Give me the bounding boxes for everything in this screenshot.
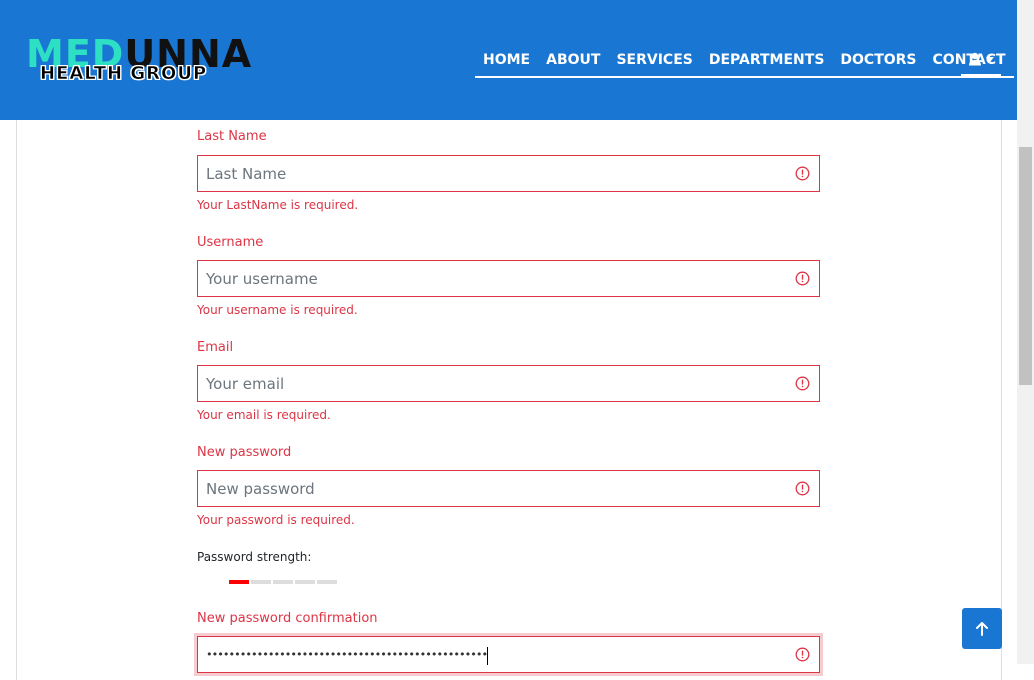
last-name-label: Last Name [197, 129, 267, 144]
strength-segment [273, 580, 293, 584]
email-field[interactable] [197, 365, 820, 402]
username-label: Username [197, 235, 264, 250]
email-input[interactable] [198, 366, 786, 401]
scroll-to-top-button[interactable] [962, 608, 1002, 649]
username-field[interactable] [197, 260, 820, 297]
strength-segment [251, 580, 271, 584]
nav-departments[interactable]: DEPARTMENTS [701, 45, 833, 75]
confirm-password-label: New password confirmation [197, 611, 378, 626]
strength-segment [295, 580, 315, 584]
email-error: Your email is required. [197, 408, 331, 422]
brand-logo[interactable]: MEDUNNA HEALTH GROUP [26, 35, 316, 86]
arrow-up-icon [976, 621, 988, 636]
logo-subtitle: HEALTH GROUP [40, 63, 208, 84]
error-icon [795, 376, 810, 391]
confirm-password-value[interactable]: ••••••••••••••••••••••••••••••••••••••••… [206, 648, 488, 661]
new-password-field[interactable] [197, 470, 820, 507]
confirm-password-field[interactable]: ••••••••••••••••••••••••••••••••••••••••… [197, 636, 820, 673]
username-error: Your username is required. [197, 303, 358, 317]
nav-home[interactable]: HOME [475, 45, 538, 75]
user-icon [969, 52, 981, 66]
last-name-input[interactable] [198, 156, 786, 191]
top-navbar: MEDUNNA HEALTH GROUP HOME ABOUT SERVICES… [0, 0, 1017, 120]
nav-doctors[interactable]: DOCTORS [832, 45, 924, 75]
account-menu-toggle[interactable] [961, 44, 1001, 76]
caret-down-icon [986, 56, 994, 62]
new-password-label: New password [197, 445, 292, 460]
nav-services[interactable]: SERVICES [608, 45, 700, 75]
nav-about[interactable]: ABOUT [538, 45, 608, 75]
username-input[interactable] [198, 261, 786, 296]
new-password-error: Your password is required. [197, 513, 355, 527]
main-nav: HOME ABOUT SERVICES DEPARTMENTS DOCTORS … [475, 44, 1014, 78]
text-caret [487, 647, 488, 665]
strength-segment [229, 580, 249, 584]
error-icon [795, 481, 810, 496]
error-icon [795, 271, 810, 286]
password-strength-label: Password strength: [197, 550, 312, 564]
last-name-error: Your LastName is required. [197, 198, 359, 212]
scrollbar-thumb[interactable] [1019, 147, 1032, 385]
error-icon [795, 166, 810, 181]
email-label: Email [197, 340, 234, 355]
new-password-input[interactable] [198, 471, 786, 506]
password-strength-meter [229, 580, 337, 584]
page-scrollbar[interactable] [1017, 0, 1034, 664]
strength-segment [317, 580, 337, 584]
error-icon [795, 647, 810, 662]
last-name-field[interactable] [197, 155, 820, 192]
